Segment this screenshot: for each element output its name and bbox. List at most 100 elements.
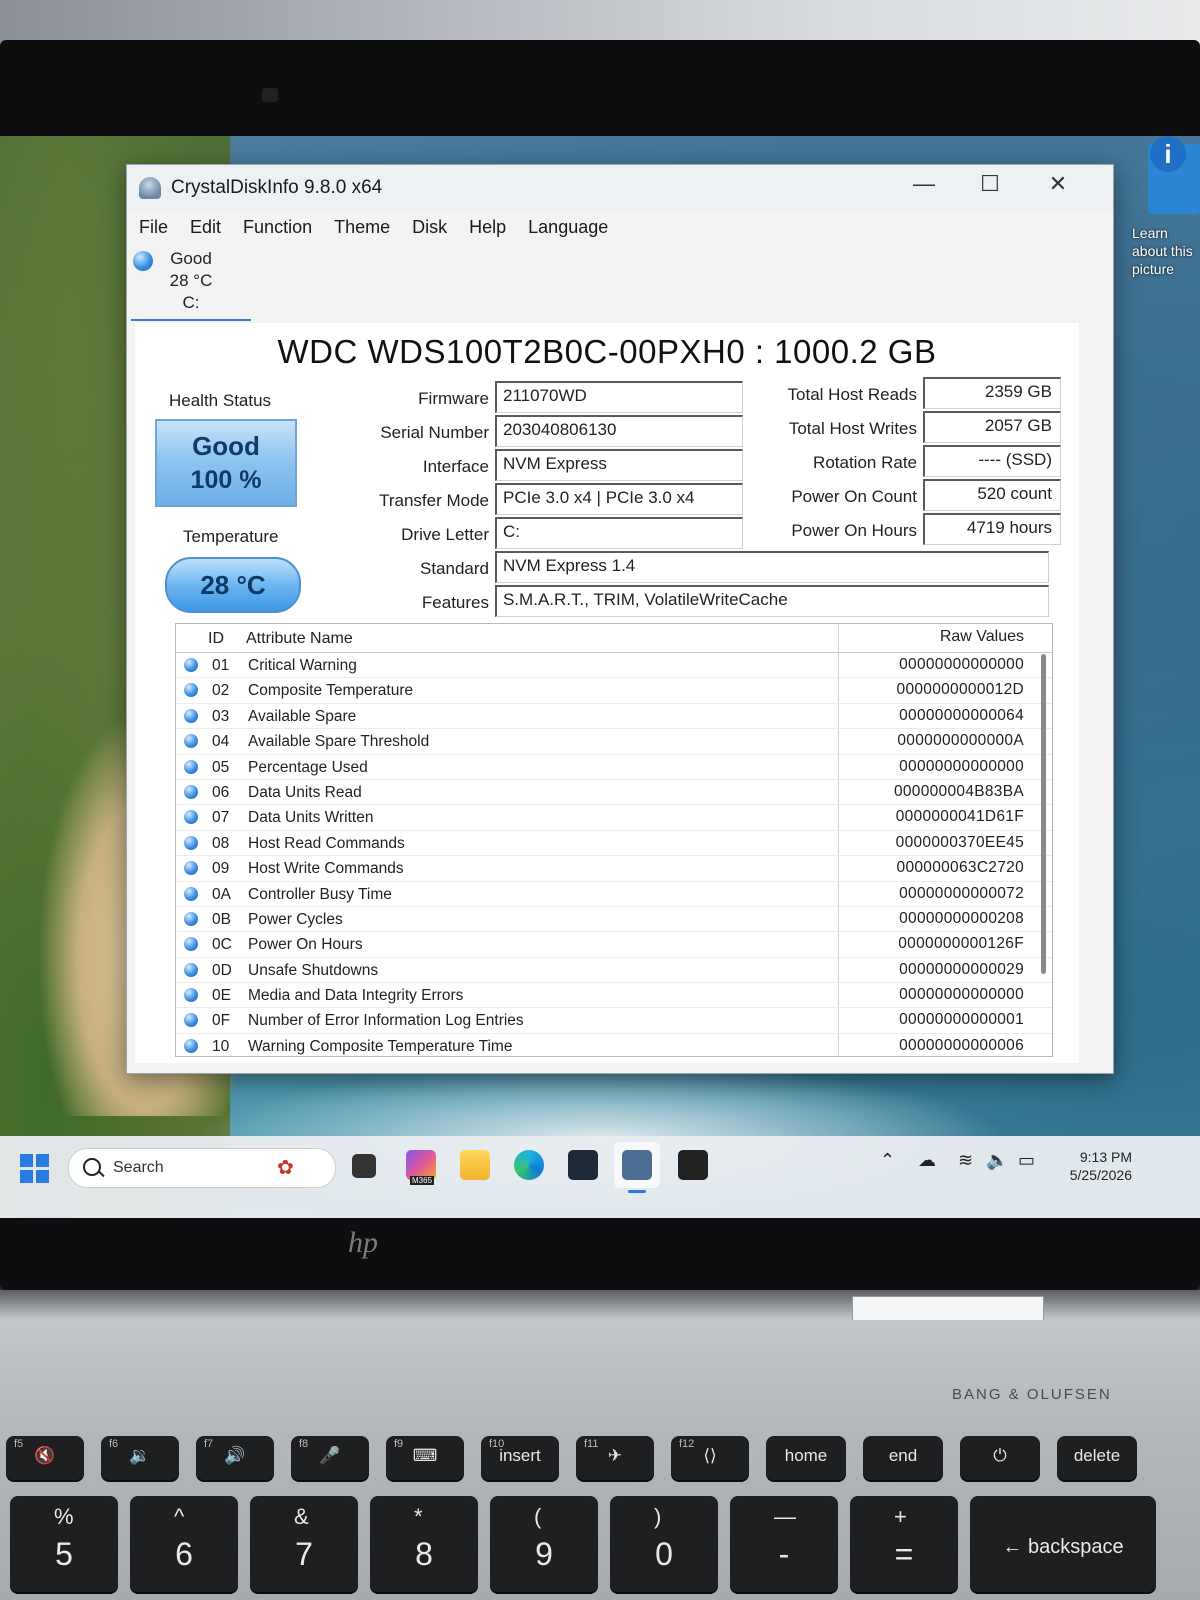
function-key[interactable]: f12 ⟨⟩ xyxy=(671,1436,749,1480)
standard-field: NVM Express 1.4 xyxy=(495,551,1049,583)
table-row[interactable]: 0A Controller Busy Time 00000000000072 xyxy=(176,882,1052,907)
key-shift-symbol: ^ xyxy=(174,1504,185,1529)
menu-language[interactable]: Language xyxy=(516,211,618,243)
table-row[interactable]: 05 Percentage Used 00000000000000 xyxy=(176,755,1052,780)
key-main-symbol: 0 xyxy=(655,1536,673,1572)
menu-disk[interactable]: Disk xyxy=(400,211,457,243)
function-key[interactable]: f11 ✈ xyxy=(576,1436,654,1480)
attribute-raw-value: 0000000000012D xyxy=(896,681,1024,699)
attribute-status-icon xyxy=(184,988,198,1003)
table-row[interactable]: 09 Host Write Commands 000000063C2720 xyxy=(176,856,1052,882)
number-row-key[interactable]: (9 xyxy=(490,1496,598,1592)
taskbar-search-box[interactable]: Search ✿ xyxy=(68,1148,336,1188)
health-status-button[interactable]: Good 100 % xyxy=(155,419,297,507)
drive-model: WDC WDS100T2B0C-00PXH0 : 1000.2 GB xyxy=(277,333,937,370)
table-row[interactable]: 10 Warning Composite Temperature Time 0000… xyxy=(176,1034,1052,1056)
desktop-icon-label[interactable]: Learn about this picture xyxy=(1132,224,1200,278)
number-row-key[interactable]: & 7 xyxy=(250,1496,358,1592)
attribute-status-icon xyxy=(184,1013,198,1028)
function-key[interactable]: f10 insert xyxy=(481,1436,559,1480)
minimize-button[interactable]: — xyxy=(901,171,947,197)
serial-number-label: Serial Number xyxy=(380,423,489,442)
table-row[interactable]: 0C Power On Hours 0000000000126F xyxy=(176,932,1052,958)
microsoft-store-icon[interactable] xyxy=(568,1150,598,1180)
function-key[interactable]: delete xyxy=(1057,1436,1137,1480)
power-on-hours-field: 4719 hours xyxy=(923,513,1061,545)
number-row-key[interactable]: — - xyxy=(730,1496,838,1592)
function-key[interactable]: f6 🔉 xyxy=(101,1436,179,1480)
table-row[interactable]: 0D Unsafe Shutdowns 00000000000029 xyxy=(176,958,1052,984)
battery-icon[interactable]: ▭ xyxy=(1018,1150,1035,1171)
table-row[interactable]: 06 Data Units Read 000000004B83BA xyxy=(176,780,1052,806)
attribute-name: Available Spare xyxy=(248,707,357,725)
taskbar-clock[interactable]: 9:13 PM 5/25/2026 xyxy=(1062,1148,1132,1184)
crystaldiskinfo-app-icon xyxy=(139,177,161,199)
number-row-key[interactable]: ← backspace xyxy=(970,1496,1156,1592)
close-button[interactable]: ✕ xyxy=(1035,171,1081,197)
attribute-id: 03 xyxy=(212,707,230,725)
function-key-label: delete xyxy=(1073,1446,1121,1465)
attribute-raw-value: 00000000000006 xyxy=(899,1036,1024,1054)
disk-tab-temperature: 28 °C xyxy=(169,271,213,290)
function-key[interactable]: f7 🔊 xyxy=(196,1436,274,1480)
attribute-id: 04 xyxy=(212,733,230,751)
menu-help[interactable]: Help xyxy=(457,211,516,243)
maximize-button[interactable]: ☐ xyxy=(967,171,1013,197)
attribute-raw-value: 00000000000001 xyxy=(899,1011,1024,1029)
disk-tab-c[interactable]: Good 28 °C C: xyxy=(131,245,251,321)
show-hidden-icons-chevron-icon[interactable]: ⌃ xyxy=(880,1150,895,1171)
number-row-key[interactable]: * 8 xyxy=(370,1496,478,1592)
function-key[interactable]: f8 🎤 xyxy=(291,1436,369,1480)
onedrive-offline-icon[interactable]: ☁ xyxy=(918,1150,936,1171)
title-bar[interactable]: CrystalDiskInfo 9.8.0 x64 — ☐ ✕ xyxy=(127,165,1113,211)
disk-tab-status: Good xyxy=(170,249,212,268)
file-explorer-icon[interactable] xyxy=(460,1150,490,1180)
menu-theme[interactable]: Theme xyxy=(322,211,400,243)
temperature-button[interactable]: 28 °C xyxy=(165,557,301,613)
smart-attribute-table[interactable]: ID Attribute Name Raw Values 01 Critical … xyxy=(175,623,1053,1057)
number-row-key[interactable]: + = xyxy=(850,1496,958,1592)
standard-label: Standard xyxy=(420,559,489,578)
menu-function[interactable]: Function xyxy=(231,211,322,243)
terminal-icon[interactable] xyxy=(678,1150,708,1180)
volume-icon[interactable]: 🔈 xyxy=(986,1150,1008,1171)
column-header-raw-values[interactable]: Raw Values xyxy=(940,628,1024,646)
table-row[interactable]: 07 Data Units Written 0000000041D61F xyxy=(176,805,1052,831)
power-on-hours-label: Power On Hours xyxy=(791,521,917,540)
info-icon[interactable]: i xyxy=(1150,136,1186,172)
function-key[interactable]: f5 🔇 xyxy=(6,1436,84,1480)
attribute-raw-value: 000000063C2720 xyxy=(896,859,1024,877)
interface-field: NVM Express xyxy=(495,449,743,481)
attribute-status-icon xyxy=(184,835,198,850)
function-key[interactable]: end xyxy=(863,1436,943,1480)
function-key[interactable]: home xyxy=(766,1436,846,1480)
table-row[interactable]: 03 Available Spare 00000000000064 xyxy=(176,704,1052,730)
menu-edit[interactable]: Edit xyxy=(178,211,231,243)
table-scrollbar[interactable] xyxy=(1041,654,1046,974)
table-row[interactable]: 0E Media and Data Integrity Errors 0000000… xyxy=(176,983,1052,1009)
crystaldiskinfo-window: CrystalDiskInfo 9.8.0 x64 — ☐ ✕ File Edi… xyxy=(126,164,1114,1074)
number-row-key[interactable]: % 5 xyxy=(10,1496,118,1592)
number-row-key[interactable]: ^ 6 xyxy=(130,1496,238,1592)
windows-start-icon[interactable] xyxy=(20,1154,50,1184)
table-row[interactable]: 0B Power Cycles 00000000000208 xyxy=(176,907,1052,933)
menu-file[interactable]: File xyxy=(127,211,178,243)
function-key[interactable]: ⏻ xyxy=(960,1436,1040,1480)
table-row[interactable]: 01 Critical Warning 00000000000000 xyxy=(176,653,1052,679)
table-row[interactable]: 04 Available Spare Threshold 0000000000000… xyxy=(176,729,1052,755)
drive-info-panel: WDC WDS100T2B0C-00PXH0 : 1000.2 GB Healt… xyxy=(135,323,1079,1063)
task-view-icon[interactable] xyxy=(352,1154,376,1178)
edge-browser-icon[interactable] xyxy=(514,1150,544,1180)
key-main-symbol: 6 xyxy=(175,1536,193,1572)
search-icon xyxy=(83,1158,101,1176)
table-row[interactable]: 0F Number of Error Information Log Entrie… xyxy=(176,1008,1052,1034)
column-header-attribute-name[interactable]: Attribute Name xyxy=(246,630,353,648)
column-header-id[interactable]: ID xyxy=(208,630,224,648)
table-row[interactable]: 02 Composite Temperature 0000000000012D xyxy=(176,678,1052,704)
wifi-icon[interactable]: ≋ xyxy=(958,1150,973,1171)
function-key[interactable]: f9 ⌨ xyxy=(386,1436,464,1480)
table-row[interactable]: 08 Host Read Commands 0000000370EE45 xyxy=(176,831,1052,857)
attribute-status-icon xyxy=(184,962,198,977)
health-status-label: Health Status xyxy=(169,391,272,410)
number-row-key[interactable]: ) 0 xyxy=(610,1496,718,1592)
